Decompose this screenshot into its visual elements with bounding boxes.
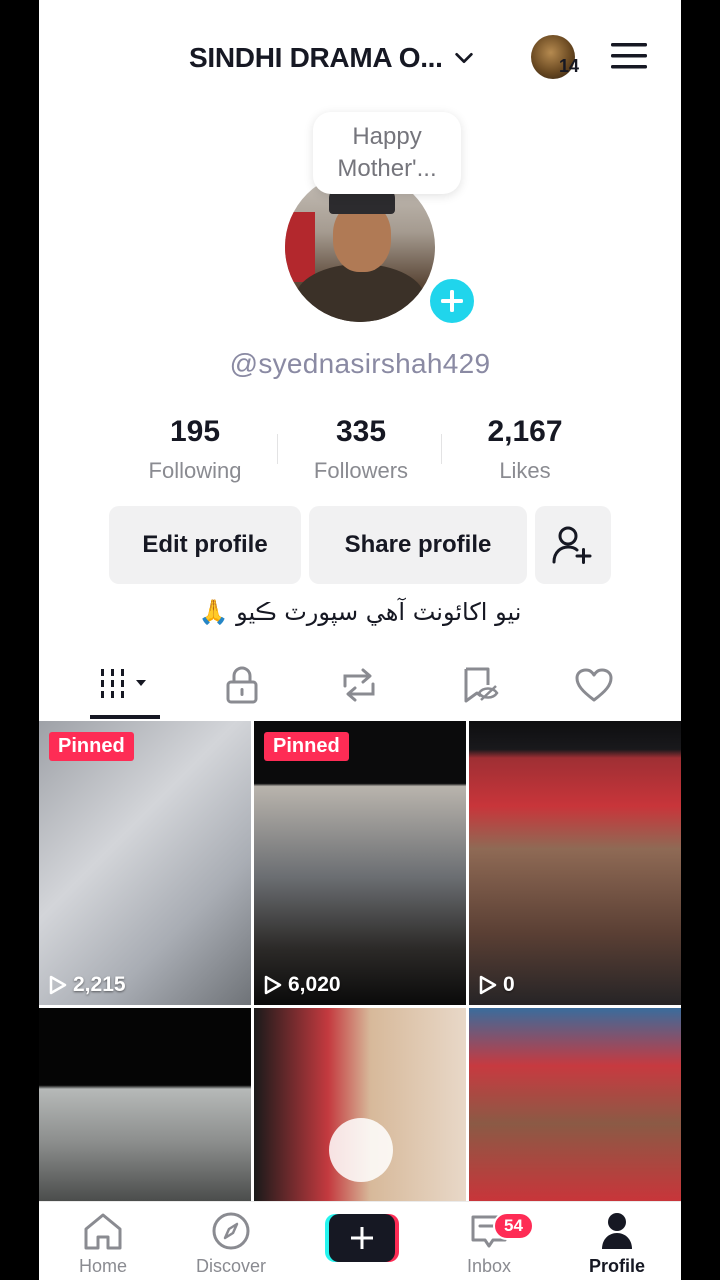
add-user-icon (552, 526, 592, 564)
play-icon (49, 975, 67, 995)
active-tab-indicator (90, 715, 160, 719)
stat-followers[interactable]: 335 Followers (281, 410, 441, 488)
profile-screen: SINDHI DRAMA O... 14 Happy Mother'... @sy… (39, 0, 681, 1280)
stat-divider (441, 434, 442, 464)
touch-indicator (329, 1118, 393, 1182)
repost-icon (343, 668, 375, 702)
pinned-badge: Pinned (49, 732, 134, 761)
likes-count: 2,167 (487, 415, 563, 448)
pinned-badge: Pinned (264, 732, 349, 761)
view-count: 6,020 (264, 973, 341, 997)
notification-count: 14 (559, 56, 580, 76)
bookmark-hidden-icon (464, 667, 499, 703)
grid-icon (101, 669, 146, 698)
tab-videos[interactable] (95, 663, 155, 707)
username: @syednasirshah429 (229, 348, 491, 379)
following-count: 195 (169, 415, 221, 448)
video-grid: Pinned 2,215 Pinned 6,020 0 (39, 721, 681, 1201)
nav-profile-label: Profile (588, 1256, 645, 1276)
play-icon (479, 975, 497, 995)
tab-liked[interactable] (564, 663, 624, 707)
stat-following[interactable]: 195 Following (115, 410, 275, 488)
nav-profile[interactable]: Profile (567, 1210, 667, 1277)
note-line-1: Happy (352, 123, 422, 150)
person-icon (602, 1213, 632, 1249)
content-tabs (39, 655, 681, 719)
view-count-value: 0 (503, 973, 515, 996)
lock-icon (226, 666, 258, 704)
account-title: SINDHI DRAMA O... (189, 42, 443, 73)
bottom-nav: Home Discover 54 Inbox Profile (39, 1201, 681, 1280)
bio-text: نيو اکائونٽ آهي سپورٽ ڪيو 🙏 (198, 598, 522, 626)
video-tile[interactable] (254, 1008, 466, 1201)
video-tile[interactable]: Pinned 2,215 (39, 721, 251, 1005)
heart-icon (575, 668, 613, 702)
tab-reposts[interactable] (329, 663, 389, 707)
menu-icon[interactable] (611, 40, 647, 72)
stat-likes[interactable]: 2,167 Likes (445, 410, 605, 488)
tab-private[interactable] (212, 663, 272, 707)
add-friends-button[interactable] (535, 506, 611, 584)
followers-label: Followers (313, 458, 409, 483)
note-bubble[interactable]: Happy Mother'... (313, 112, 461, 194)
tab-favorites[interactable] (449, 663, 509, 707)
nav-inbox-label: Inbox (466, 1256, 512, 1276)
account-switcher[interactable]: SINDHI DRAMA O... (189, 38, 475, 78)
chevron-down-icon (454, 52, 473, 64)
share-profile-button[interactable]: Share profile (309, 506, 527, 584)
plus-icon (351, 1227, 373, 1249)
profile-avatar[interactable] (285, 172, 435, 322)
followers-count: 335 (335, 415, 387, 448)
likes-label: Likes (499, 458, 551, 483)
add-story-button[interactable] (425, 274, 479, 328)
home-icon (84, 1213, 122, 1250)
nav-discover-label: Discover (195, 1256, 266, 1276)
view-count: 2,215 (49, 973, 126, 997)
compass-icon (212, 1212, 250, 1250)
view-count-value: 2,215 (73, 973, 126, 996)
video-tile[interactable]: 0 (469, 721, 681, 1005)
note-line-2: Mother'... (337, 155, 437, 182)
view-count: 0 (479, 973, 515, 997)
edit-profile-button[interactable]: Edit profile (109, 506, 301, 584)
stat-divider (277, 434, 278, 464)
play-icon (264, 975, 282, 995)
nav-discover[interactable]: Discover (181, 1210, 281, 1277)
video-tile[interactable] (39, 1008, 251, 1201)
nav-inbox[interactable]: 54 Inbox (439, 1210, 539, 1277)
nav-home-label: Home (78, 1256, 127, 1276)
inbox-badge: 54 (493, 1212, 534, 1240)
plus-icon (441, 290, 463, 312)
nav-home[interactable]: Home (53, 1210, 153, 1277)
video-tile[interactable] (469, 1008, 681, 1201)
create-button[interactable] (325, 1214, 399, 1262)
stats-row: 195 Following 335 Followers 2,167 Likes (109, 410, 609, 490)
following-label: Following (148, 458, 242, 483)
top-bar: SINDHI DRAMA O... 14 (39, 0, 681, 115)
view-count-value: 6,020 (288, 973, 341, 996)
video-tile[interactable]: Pinned 6,020 (254, 721, 466, 1005)
